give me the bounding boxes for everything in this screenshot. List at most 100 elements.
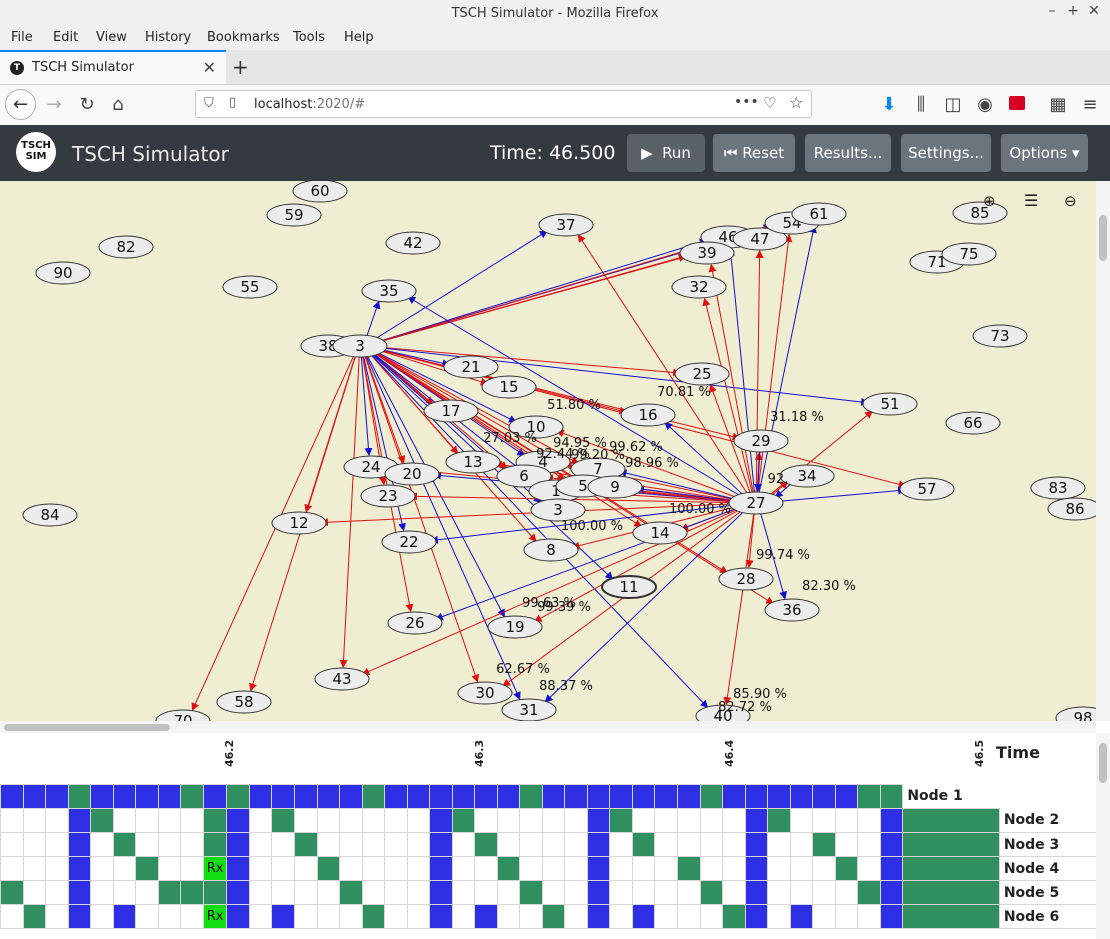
schedule-cell[interactable]: [677, 880, 701, 905]
schedule-cell[interactable]: [0, 784, 24, 809]
graph-node[interactable]: 3: [530, 498, 586, 522]
schedule-cell[interactable]: [226, 784, 250, 809]
schedule-cell[interactable]: [496, 832, 521, 857]
graph-node[interactable]: 39: [679, 241, 735, 265]
schedule-cell[interactable]: [112, 904, 137, 929]
schedule-cell[interactable]: [339, 904, 363, 929]
schedule-cell[interactable]: [22, 904, 47, 929]
graph-node[interactable]: 31: [501, 698, 557, 721]
schedule-cell[interactable]: [429, 808, 453, 833]
schedule-cell[interactable]: [135, 832, 159, 857]
schedule-cell[interactable]: [451, 784, 476, 809]
schedule-cell[interactable]: [406, 880, 431, 905]
schedule-cell[interactable]: [564, 832, 588, 857]
schedule-cell[interactable]: [384, 904, 408, 929]
graph-node[interactable]: 29: [733, 429, 789, 453]
schedule-cell[interactable]: [0, 832, 24, 857]
schedule-cell[interactable]: [202, 832, 228, 857]
schedule-cell[interactable]: [45, 784, 69, 809]
schedule-cell[interactable]: [112, 856, 137, 881]
schedule-cell[interactable]: [564, 856, 588, 881]
schedule-cell[interactable]: [22, 784, 47, 809]
schedule-cell[interactable]: [767, 808, 791, 833]
schedule-scrollbar[interactable]: [1096, 733, 1110, 939]
reset-button[interactable]: ⏮ Reset: [713, 134, 795, 172]
schedule-cell[interactable]: [654, 856, 678, 881]
schedule-cell[interactable]: [90, 784, 114, 809]
schedule-cell[interactable]: [609, 856, 633, 881]
schedule-cell[interactable]: [112, 832, 137, 857]
schedule-cell[interactable]: [902, 808, 1000, 833]
graph-node[interactable]: 58: [216, 690, 272, 714]
graph-node[interactable]: 3: [332, 334, 388, 358]
schedule-cell[interactable]: [586, 856, 611, 881]
schedule-cell[interactable]: [157, 784, 182, 809]
schedule-cell[interactable]: [496, 784, 521, 809]
schedule-cell[interactable]: [519, 856, 543, 881]
schedule-cell[interactable]: [22, 832, 47, 857]
schedule-cell[interactable]: [474, 856, 498, 881]
results-button[interactable]: Results...: [805, 134, 891, 172]
schedule-cell[interactable]: [271, 808, 295, 833]
graph-node[interactable]: 17: [423, 399, 479, 423]
schedule-cell[interactable]: [90, 808, 114, 833]
schedule-cell[interactable]: [429, 880, 453, 905]
schedule-cell[interactable]: [451, 808, 476, 833]
schedule-cell[interactable]: [474, 832, 498, 857]
graph-node[interactable]: 61: [791, 202, 847, 226]
graph-node[interactable]: 55: [222, 275, 278, 299]
schedule-cell[interactable]: [67, 880, 92, 905]
tab-tsch-simulator[interactable]: T TSCH Simulator ✕: [0, 50, 226, 84]
schedule-cell[interactable]: [609, 808, 633, 833]
schedule-cell[interactable]: [248, 880, 273, 905]
schedule-cell[interactable]: [812, 880, 836, 905]
schedule-cell[interactable]: [541, 856, 566, 881]
schedule-cell[interactable]: [67, 904, 92, 929]
schedule-cell[interactable]: [226, 904, 250, 929]
schedule-cell[interactable]: [789, 832, 814, 857]
schedule-cell[interactable]: [789, 904, 814, 929]
schedule-cell[interactable]: [271, 832, 295, 857]
schedule-cell[interactable]: [429, 904, 453, 929]
schedule-cell[interactable]: [202, 880, 228, 905]
graph-node[interactable]: 73: [972, 324, 1028, 348]
schedule-cell[interactable]: [157, 832, 182, 857]
schedule-cell[interactable]: [271, 856, 295, 881]
graph-node[interactable]: 60: [292, 181, 348, 203]
schedule-cell[interactable]: [541, 880, 566, 905]
schedule-cell[interactable]: [677, 904, 701, 929]
schedule-cell[interactable]: [135, 808, 159, 833]
graph-node[interactable]: 35: [361, 279, 417, 303]
schedule-cell[interactable]: [384, 856, 408, 881]
forward-icon[interactable]: →: [43, 94, 65, 115]
schedule-cell[interactable]: [586, 808, 611, 833]
addons-icon[interactable]: ▦: [1047, 94, 1069, 115]
schedule-cell[interactable]: [857, 784, 881, 809]
bookmark-star-icon[interactable]: ☆: [789, 93, 803, 112]
graph-node[interactable]: 14: [632, 521, 688, 545]
schedule-cell[interactable]: [112, 880, 137, 905]
schedule-cell[interactable]: [406, 856, 431, 881]
graph-node[interactable]: 82: [98, 235, 154, 259]
schedule-cell[interactable]: [339, 856, 363, 881]
schedule-cell[interactable]: [722, 904, 746, 929]
schedule-cell[interactable]: [631, 880, 656, 905]
schedule-cell[interactable]: [157, 904, 182, 929]
schedule-cell[interactable]: [834, 856, 859, 881]
schedule-cell[interactable]: [316, 904, 341, 929]
graph-vertical-scrollbar[interactable]: [1096, 181, 1110, 721]
schedule-cell[interactable]: [812, 904, 836, 929]
schedule-cell[interactable]: [677, 784, 701, 809]
schedule-cell[interactable]: [90, 856, 114, 881]
schedule-cell[interactable]: [180, 904, 204, 929]
schedule-cell[interactable]: [22, 880, 47, 905]
graph-node[interactable]: 43: [314, 667, 370, 691]
schedule-cell[interactable]: [429, 832, 453, 857]
graph-node[interactable]: 42: [385, 231, 441, 255]
schedule-cell[interactable]: [519, 832, 543, 857]
schedule-cell[interactable]: [609, 784, 633, 809]
account-icon[interactable]: ◉: [974, 94, 996, 115]
schedule-cell[interactable]: [248, 832, 273, 857]
schedule-cell[interactable]: [112, 808, 137, 833]
schedule-cell[interactable]: [22, 856, 47, 881]
